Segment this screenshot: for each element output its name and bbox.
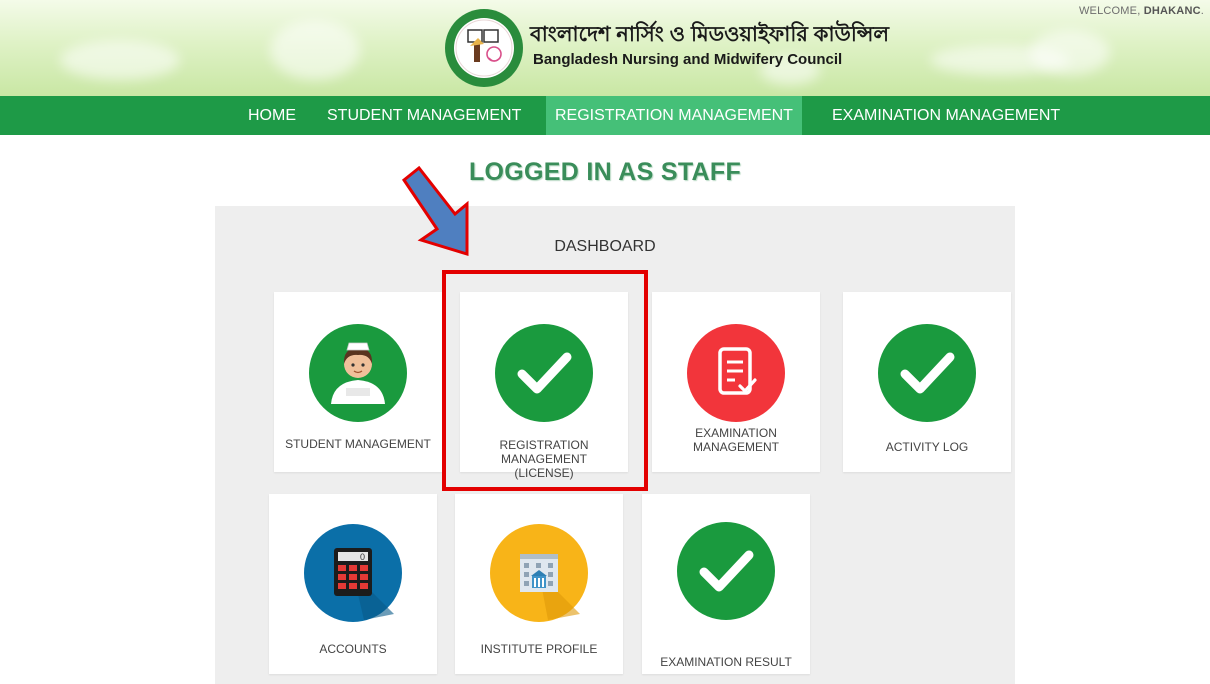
checkmark-icon bbox=[878, 324, 976, 422]
card-student-management[interactable]: STUDENT MANAGEMENT bbox=[274, 292, 442, 472]
highlight-box bbox=[442, 270, 648, 491]
document-check-icon bbox=[687, 324, 785, 422]
institute-building-icon bbox=[490, 524, 588, 622]
checkmark-icon bbox=[677, 522, 775, 620]
nav-home[interactable]: HOME bbox=[239, 96, 305, 135]
calculator-icon: 0 bbox=[304, 524, 402, 622]
card-institute-profile[interactable]: INSTITUTE PROFILE bbox=[455, 494, 623, 674]
card-label: ACTIVITY LOG bbox=[885, 440, 969, 454]
welcome-username: DHAKANC bbox=[1143, 5, 1201, 17]
arrow-annotation-icon bbox=[395, 162, 485, 262]
card-label: ACCOUNTS bbox=[319, 642, 387, 656]
council-logo[interactable] bbox=[444, 8, 524, 88]
card-label: STUDENT MANAGEMENT bbox=[285, 437, 431, 451]
card-activity-log[interactable]: ACTIVITY LOG bbox=[843, 292, 1011, 472]
logged-in-heading: LOGGED IN AS STAFF bbox=[468, 158, 742, 186]
dashboard-title: DASHBOARD bbox=[554, 238, 656, 255]
card-label: INSTITUTE PROFILE bbox=[480, 642, 598, 656]
nav-registration-management[interactable]: REGISTRATION MANAGEMENT bbox=[546, 96, 802, 135]
page: WELCOME, DHAKANC. বাংলাদেশ নার্সিং ও মিড… bbox=[0, 0, 1210, 684]
welcome-suffix: . bbox=[1200, 5, 1204, 17]
welcome-prefix: WELCOME, bbox=[1078, 5, 1144, 17]
card-label: EXAMINATION RESULT bbox=[660, 655, 792, 669]
nav-student-management[interactable]: STUDENT MANAGEMENT bbox=[318, 96, 530, 135]
card-examination-management[interactable]: EXAMINATION MANAGEMENT bbox=[652, 292, 820, 472]
nav-examination-management[interactable]: EXAMINATION MANAGEMENT bbox=[823, 96, 1069, 135]
brand-english: Bangladesh Nursing and Midwifery Council bbox=[533, 51, 843, 68]
card-label: EXAMINATION MANAGEMENT bbox=[692, 426, 779, 454]
card-examination-result[interactable]: EXAMINATION RESULT bbox=[642, 494, 810, 674]
nurse-icon bbox=[309, 324, 407, 422]
svg-text:0: 0 bbox=[360, 552, 365, 562]
main-nav: HOME STUDENT MANAGEMENT REGISTRATION MAN… bbox=[0, 96, 1210, 135]
header-banner: WELCOME, DHAKANC. বাংলাদেশ নার্সিং ও মিড… bbox=[0, 0, 1210, 96]
welcome-message: WELCOME, DHAKANC. bbox=[1079, 5, 1204, 17]
card-accounts[interactable]: 0 ACCOUNTS bbox=[269, 494, 437, 674]
brand-bangla: বাংলাদেশ নার্সিং ও মিডওয়াইফারি কাউন্সিল bbox=[530, 23, 890, 46]
